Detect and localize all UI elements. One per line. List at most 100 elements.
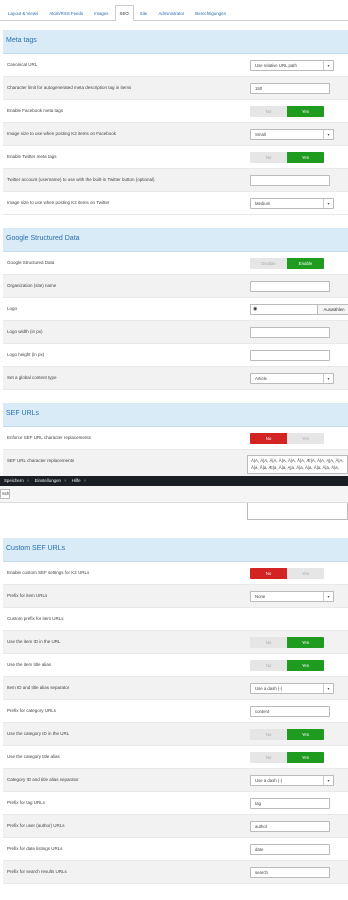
row-item-id: Use the item ID in the URL No Yes bbox=[3, 631, 348, 654]
facebook-image-select[interactable]: Small ▾ bbox=[250, 129, 334, 140]
field-label: Enable custom SEF settings for K2 URLs bbox=[7, 570, 90, 575]
row-category-prefix: Prefix for category URLs content bbox=[3, 700, 348, 723]
toggle-no[interactable]: No bbox=[250, 106, 287, 117]
field-label: Canonical URL bbox=[7, 62, 38, 67]
user-prefix-input[interactable]: author bbox=[250, 821, 330, 832]
chevron-down-icon: ▾ bbox=[323, 61, 333, 70]
field-label: Prefix for tag URLs bbox=[7, 800, 46, 805]
field-label: Custom prefix for item URLs bbox=[7, 616, 64, 621]
field-label: Image size to use when posting K2 items … bbox=[7, 200, 110, 205]
field-label: Prefix for category URLs bbox=[7, 708, 57, 713]
tab-feeds[interactable]: Atom/RSS Feeds bbox=[44, 5, 88, 20]
twitter-meta-toggle: No Yes bbox=[250, 152, 324, 163]
row-enforce-sef: Enforce SEF URL character replacements N… bbox=[3, 427, 348, 450]
eye-icon[interactable]: ◉ bbox=[253, 305, 257, 314]
tab-permissions[interactable]: Berechtigungen bbox=[190, 5, 231, 20]
char-limit-input[interactable]: 150 bbox=[250, 83, 330, 94]
tag-prefix-input[interactable]: tag bbox=[250, 798, 330, 809]
chevron-down-icon: ▾ bbox=[323, 776, 333, 785]
field-label: Enable Twitter meta tags bbox=[7, 154, 57, 159]
field-label: Logo width (in px) bbox=[7, 329, 43, 334]
field-label: Category ID and title alias separator bbox=[7, 777, 79, 782]
field-label: Logo height (in px) bbox=[7, 352, 45, 357]
toggle-no[interactable]: No bbox=[250, 752, 287, 763]
category-prefix-input[interactable]: content bbox=[250, 706, 330, 717]
toggle-yes[interactable]: Yes bbox=[287, 660, 324, 671]
textarea-line: Ä|a, Å|a, Æ|a, Ā|a, Ą|a, Ă|a, À|a, Á|a, … bbox=[251, 464, 339, 470]
field-label: Use the item title alias bbox=[7, 662, 52, 667]
toggle-no[interactable]: No bbox=[250, 152, 287, 163]
toolbar-item-save[interactable]: Speichern bbox=[4, 478, 24, 483]
chevron-down-icon: ▾ bbox=[323, 592, 333, 601]
sef-replacements-textarea-tail[interactable] bbox=[247, 503, 348, 520]
toggle-yes[interactable]: Yes bbox=[287, 752, 324, 763]
toggle-yes[interactable]: Yes bbox=[287, 433, 324, 444]
close-icon[interactable]: × bbox=[64, 478, 67, 483]
toggle-disable[interactable]: Disable bbox=[250, 258, 287, 269]
tab-images[interactable]: Images bbox=[89, 5, 113, 20]
toggle-yes[interactable]: Yes bbox=[287, 568, 324, 579]
twitter-account-input[interactable] bbox=[250, 175, 330, 186]
select-value: None bbox=[255, 594, 266, 599]
section-title: SEF URLs bbox=[6, 410, 40, 417]
tab-seo[interactable]: SEO bbox=[114, 5, 134, 21]
field-label: Prefix for item URLs bbox=[7, 593, 48, 598]
toggle-yes[interactable]: Yes bbox=[287, 637, 324, 648]
toggle-no[interactable]: No bbox=[250, 660, 287, 671]
close-icon[interactable]: × bbox=[84, 478, 87, 483]
section-title: Google Structured Data bbox=[6, 235, 80, 242]
row-logo-height: Logo height (in px) bbox=[3, 344, 348, 367]
toggle-no[interactable]: No bbox=[250, 433, 287, 444]
field-label: Character limit for autogenerated meta d… bbox=[7, 85, 132, 90]
item-separator-select[interactable]: Use a dash (-) ▾ bbox=[250, 683, 334, 694]
chevron-down-icon: ▾ bbox=[323, 199, 333, 208]
toolbar-item-help[interactable]: Hilfe bbox=[72, 478, 81, 483]
field-label: Google Structured Data bbox=[7, 260, 55, 265]
item-alias-toggle: No Yes bbox=[250, 660, 324, 671]
item-id-toggle: No Yes bbox=[250, 637, 324, 648]
logo-width-input[interactable] bbox=[250, 327, 330, 338]
toggle-enable[interactable]: Enable bbox=[287, 258, 324, 269]
select-value: Use a dash (-) bbox=[255, 778, 283, 783]
toggle-yes[interactable]: Yes bbox=[287, 106, 324, 117]
row-item-separator: Item ID and title alias separator Use a … bbox=[3, 677, 348, 700]
tab-site[interactable]: Site bbox=[135, 5, 153, 20]
content-type-select[interactable]: Article ▾ bbox=[250, 373, 334, 384]
field-label: Use the category ID in the URL bbox=[7, 731, 70, 736]
section-title: Meta tags bbox=[6, 37, 37, 44]
toggle-yes[interactable]: Yes bbox=[287, 729, 324, 740]
tab-layout[interactable]: Layout & Views bbox=[3, 5, 43, 20]
toggle-no[interactable]: No bbox=[250, 637, 287, 648]
sef-replacements-textarea[interactable]: À|A, Á|A, Â|A, Ã|A, Ä|A, Å|A, Æ|A, Ā|A, … bbox=[247, 455, 348, 474]
toggle-yes[interactable]: Yes bbox=[287, 152, 324, 163]
field-label: Prefix for search results URLs bbox=[7, 869, 67, 874]
toolbar-item-settings[interactable]: Einstellungen bbox=[35, 478, 61, 483]
row-organization: Organization (site) name bbox=[3, 275, 348, 298]
row-twitter-account: Twitter account (username) to use with t… bbox=[3, 169, 348, 192]
close-icon[interactable]: × bbox=[27, 478, 30, 483]
canonical-select[interactable]: Use relative URL path ▾ bbox=[250, 60, 334, 71]
close-button[interactable]: Schließen bbox=[0, 489, 10, 499]
select-value: Small bbox=[255, 132, 266, 137]
field-label: Item ID and title alias separator bbox=[7, 685, 70, 690]
row-facebook-meta: Enable Facebook meta tags No Yes bbox=[3, 100, 348, 123]
row-enable-custom-sef: Enable custom SEF settings for K2 URLs N… bbox=[3, 562, 348, 585]
date-prefix-input[interactable]: date bbox=[250, 844, 330, 855]
chevron-down-icon: ▾ bbox=[323, 374, 333, 383]
organization-input[interactable] bbox=[250, 281, 330, 292]
toggle-no[interactable]: No bbox=[250, 729, 287, 740]
item-prefix-select[interactable]: None ▾ bbox=[250, 591, 334, 602]
row-tag-prefix: Prefix for tag URLs tag bbox=[3, 792, 348, 815]
field-label: Prefix for date listings URLs bbox=[7, 846, 63, 851]
tab-administrator[interactable]: Administrator bbox=[153, 5, 189, 20]
row-logo: Logo ◉ Auswählen bbox=[3, 298, 348, 321]
twitter-image-select[interactable]: Medium ▾ bbox=[250, 198, 334, 209]
toolbar-strip: Schließen bbox=[0, 486, 348, 503]
toggle-no[interactable]: No bbox=[250, 568, 287, 579]
row-category-separator: Category ID and title alias separator Us… bbox=[3, 769, 348, 792]
search-prefix-input[interactable]: search bbox=[250, 867, 330, 878]
select-logo-button[interactable]: Auswählen bbox=[317, 305, 348, 314]
logo-height-input[interactable] bbox=[250, 350, 330, 361]
category-separator-select[interactable]: Use a dash (-) ▾ bbox=[250, 775, 334, 786]
field-label: Organization (site) name bbox=[7, 283, 57, 288]
